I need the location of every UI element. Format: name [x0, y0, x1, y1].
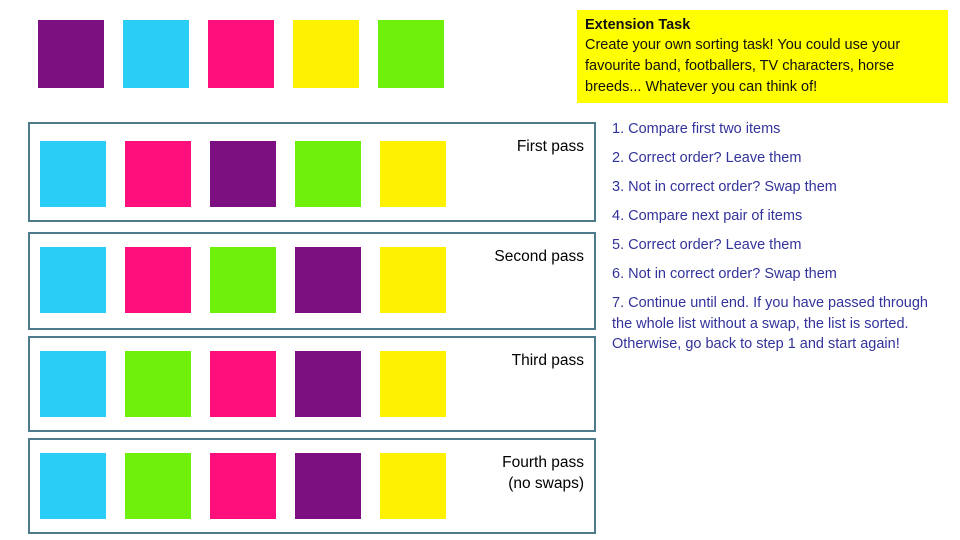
color-card-purple [295, 247, 361, 313]
color-card-cyan [40, 351, 106, 417]
pass-label: Fourth pass (no swaps) [502, 454, 584, 492]
unsorted-list-row [28, 20, 448, 88]
algorithm-step: 2. Correct order? Leave them [612, 150, 802, 166]
color-card-magenta [208, 20, 274, 88]
pass-panel-fourth: Fourth pass (no swaps) [28, 438, 596, 534]
color-card-magenta [210, 453, 276, 519]
pass-label: Third pass [511, 352, 584, 369]
algorithm-steps-list: 1. Compare first two items 2. Correct or… [612, 119, 942, 355]
color-card-green [210, 247, 276, 313]
color-card-green [125, 351, 191, 417]
color-card-cyan [40, 141, 106, 207]
algorithm-step: 5. Correct order? Leave them [612, 237, 802, 253]
color-card-purple [38, 20, 104, 88]
color-card-green [295, 141, 361, 207]
pass-panel-first: First pass [28, 122, 596, 222]
color-card-cyan [123, 20, 189, 88]
color-card-purple [210, 141, 276, 207]
color-card-cyan [40, 453, 106, 519]
pass-label: First pass [516, 138, 584, 155]
color-card-magenta [125, 247, 191, 313]
algorithm-step: 7. Continue until end. If you have passe… [612, 295, 928, 352]
color-card-magenta [210, 351, 276, 417]
algorithm-step: 1. Compare first two items [612, 121, 781, 137]
extension-task-box: Extension Task Create your own sorting t… [577, 10, 948, 103]
extension-task-title: Extension Task [585, 17, 691, 33]
extension-task-body: Create your own sorting task! You could … [585, 37, 901, 95]
algorithm-step: 3. Not in correct order? Swap them [612, 179, 837, 195]
algorithm-step: 6. Not in correct order? Swap them [612, 266, 837, 282]
color-card-magenta [125, 141, 191, 207]
color-card-green [378, 20, 444, 88]
color-card-cyan [40, 247, 106, 313]
color-card-yellow [293, 20, 359, 88]
pass-label: Second pass [494, 248, 584, 265]
color-card-purple [295, 453, 361, 519]
pass-panel-second: Second pass [28, 232, 596, 330]
color-card-green [125, 453, 191, 519]
algorithm-step: 4. Compare next pair of items [612, 208, 803, 224]
color-card-purple [295, 351, 361, 417]
pass-panel-third: Third pass [28, 336, 596, 432]
